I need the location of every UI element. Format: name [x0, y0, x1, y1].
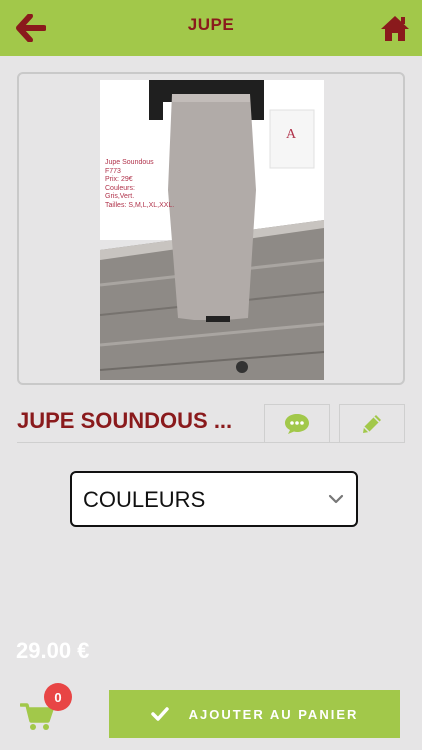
product-image-carousel[interactable]: A Jupe Soundous F773 Prix: 29€ Couleurs:…: [17, 72, 405, 385]
divider: [17, 442, 405, 443]
caption-line: Couleurs:: [105, 184, 135, 192]
caption-line: Jupe Soundous: [105, 159, 154, 166]
edit-button[interactable]: [339, 404, 405, 443]
svg-text:A: A: [286, 127, 297, 142]
select-label: COULEURS: [83, 487, 206, 512]
page-title: JUPE: [187, 15, 235, 34]
home-button[interactable]: [378, 11, 412, 45]
product-photo: A Jupe Soundous F773 Prix: 29€ Couleurs:…: [100, 80, 324, 380]
add-to-cart-label: AJOUTER AU PANIER: [188, 706, 359, 722]
check-icon: [150, 707, 169, 721]
cart-count-badge: 0: [44, 683, 72, 711]
top-bar: JUPE: [0, 0, 422, 56]
comment-icon: [285, 414, 309, 434]
photo-caption: Jupe Soundous F773 Prix: 29€ Couleurs: G…: [105, 159, 174, 211]
pencil-icon: [363, 415, 381, 433]
add-to-cart-button[interactable]: AJOUTER AU PANIER: [109, 690, 400, 738]
color-select[interactable]: COULEURS: [70, 471, 358, 527]
product-name: JUPE SOUNDOUS ...: [17, 408, 233, 433]
caption-line: F773: [105, 167, 121, 175]
product-price: 29.00 €: [16, 638, 90, 663]
caption-line: Tailles: S,M,L,XL,XXL.: [105, 201, 175, 209]
comment-button[interactable]: [264, 404, 330, 443]
chevron-down-icon: [328, 494, 344, 504]
caption-line: Prix: 29€: [105, 176, 133, 184]
carousel-indicator[interactable]: [236, 361, 248, 373]
home-icon: [381, 16, 409, 41]
caption-line: Gris,Vert.: [105, 193, 135, 201]
